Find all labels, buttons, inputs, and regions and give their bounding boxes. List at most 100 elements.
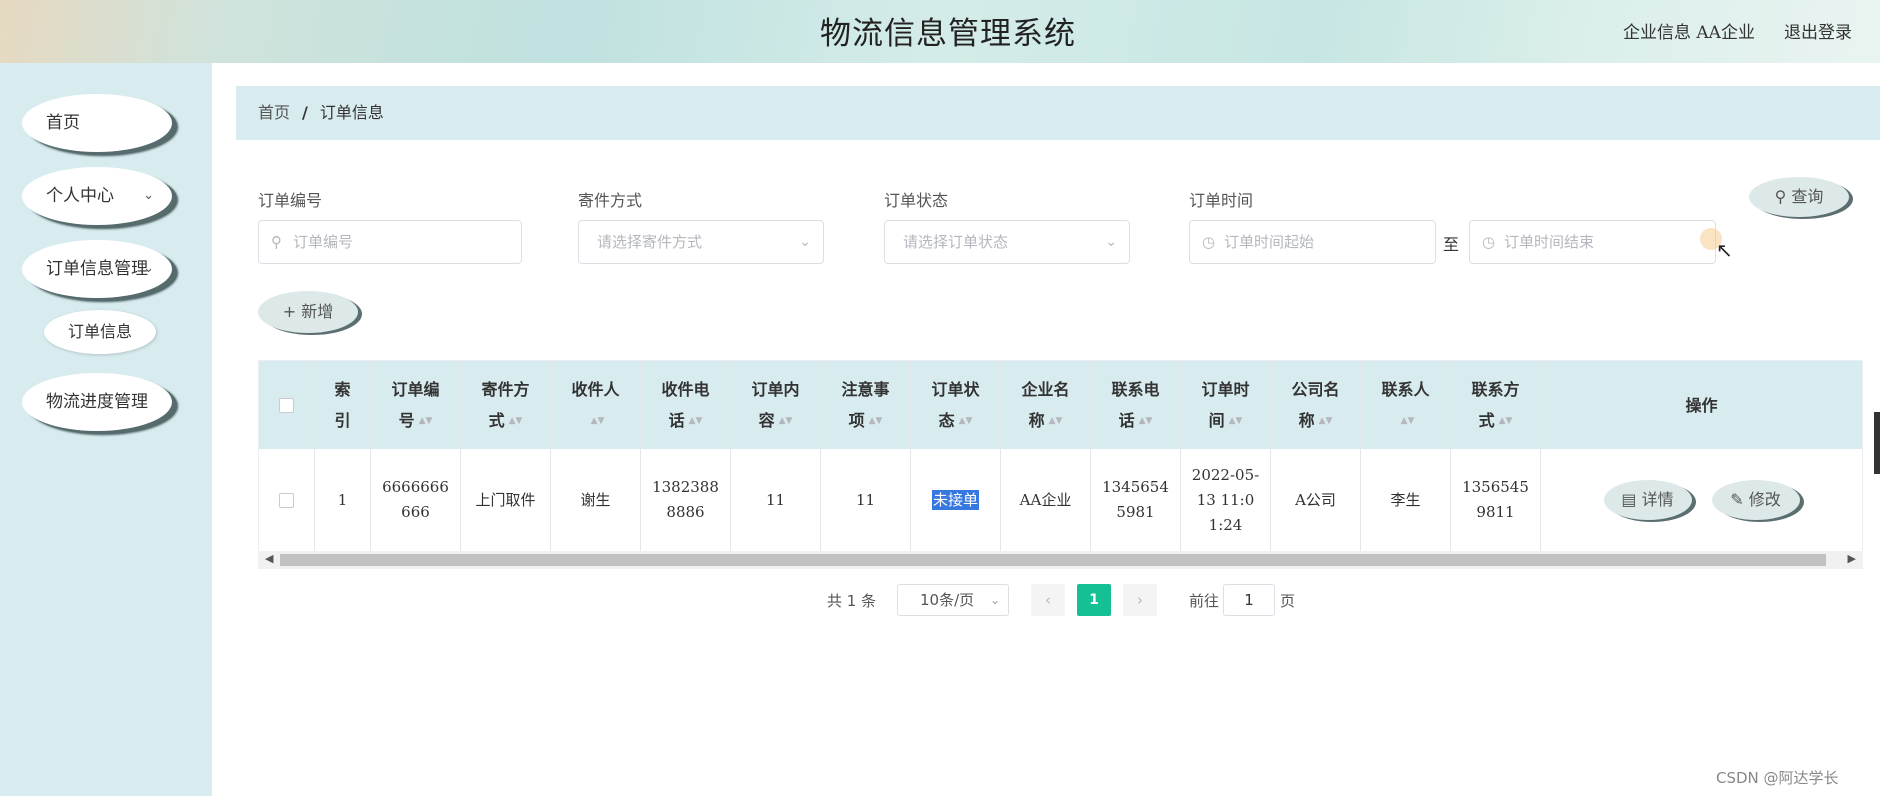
th-actions-label: 操作 <box>1685 395 1718 415</box>
th-company-name[interactable]: 公司名称 ▲▼ <box>1271 361 1361 449</box>
plus-icon: + <box>282 302 297 321</box>
sidebar-subitem-order-info[interactable]: 订单信息 <box>44 310 156 354</box>
scrollbar-thumb[interactable] <box>280 554 1826 566</box>
th-ship-method[interactable]: 寄件方式 ▲▼ <box>461 361 551 449</box>
order-no-placeholder: 订单编号 <box>293 233 354 251</box>
app-title: 物流信息管理系统 <box>820 16 1076 52</box>
order-no-input[interactable]: ⚲ 订单编号 <box>258 220 522 264</box>
td-recipient: 谢生 <box>551 449 641 551</box>
td-contact-phone: 13456545981 <box>1091 449 1181 551</box>
sort-icon[interactable]: ▲▼ <box>591 406 605 437</box>
horizontal-scrollbar[interactable]: ◀ ▶ <box>258 551 1863 569</box>
th-contact-phone[interactable]: 联系电话 ▲▼ <box>1091 361 1181 449</box>
sidebar-item-label: 订单信息 <box>67 322 132 341</box>
th-recipient-label: 收件人 <box>571 379 620 399</box>
chevron-down-icon: ⌄ <box>989 593 1000 607</box>
scroll-left-icon[interactable]: ◀ <box>265 552 273 565</box>
clock-icon: ◷ <box>1202 233 1216 251</box>
th-order-status[interactable]: 订单状态 ▲▼ <box>911 361 1001 449</box>
sidebar: 首页 个人中心 ⌄ 订单信息管理 ⌄ 订单信息 物流进度管理 <box>0 63 212 796</box>
row-select-cell <box>259 449 315 551</box>
sidebar-item-label: 物流进度管理 <box>46 392 148 412</box>
sort-icon[interactable]: ▲▼ <box>1401 406 1415 437</box>
query-button-label: 查询 <box>1791 187 1824 206</box>
sort-icon[interactable]: ▲▼ <box>959 406 973 437</box>
logout-button[interactable]: 退出登录 <box>1784 18 1852 43</box>
order-time-label: 订单时间 <box>1189 191 1254 210</box>
order-time-end-input[interactable]: ◷ 订单时间结束 <box>1469 220 1716 264</box>
mouse-cursor-icon: ↖ <box>1716 238 1733 262</box>
td-order-time-value: 2022-05-13 11:01:24 <box>1191 465 1260 534</box>
chevron-left-icon: ‹ <box>1045 591 1051 609</box>
sidebar-item-logistics-progress[interactable]: 物流进度管理 <box>22 373 172 431</box>
sort-icon[interactable]: ▲▼ <box>509 406 523 437</box>
page-size-select[interactable]: 10条/页 ⌄ <box>897 584 1009 616</box>
page-number-current[interactable]: 1 <box>1077 584 1111 616</box>
ship-method-select[interactable]: 请选择寄件方式 ⌄ <box>578 220 824 264</box>
th-enterprise-name[interactable]: 企业名称 ▲▼ <box>1001 361 1091 449</box>
watermark: CSDN @阿达学长 <box>1716 769 1839 787</box>
td-index: 1 <box>315 449 371 551</box>
pencil-icon: ✎ <box>1730 490 1744 509</box>
order-status-select[interactable]: 请选择订单状态 ⌄ <box>884 220 1130 264</box>
chevron-down-icon: ⌄ <box>799 234 811 250</box>
row-checkbox[interactable] <box>279 492 294 508</box>
th-recipient-phone[interactable]: 收件电话 ▲▼ <box>641 361 731 449</box>
next-page-button[interactable]: › <box>1123 584 1157 616</box>
th-recipient[interactable]: 收件人 ▲▼ <box>551 361 641 449</box>
th-contact-person-label: 联系人 <box>1381 379 1430 399</box>
search-icon: ⚲ <box>271 233 282 251</box>
th-contact-person[interactable]: 联系人 ▲▼ <box>1361 361 1451 449</box>
order-time-end-placeholder: 订单时间结束 <box>1504 233 1595 251</box>
add-button-label: 新增 <box>301 302 334 321</box>
order-time-start-input[interactable]: ◷ 订单时间起始 <box>1189 220 1436 264</box>
sort-icon[interactable]: ▲▼ <box>869 406 883 437</box>
td-company-name: A公司 <box>1271 449 1361 551</box>
td-order-no: 6666666666 <box>371 449 461 551</box>
sidebar-item-personal-center[interactable]: 个人中心 ⌄ <box>22 167 172 225</box>
td-notes-value: 11 <box>855 490 876 509</box>
th-notes[interactable]: 注意事项 ▲▼ <box>821 361 911 449</box>
sort-icon[interactable]: ▲▼ <box>1139 406 1153 437</box>
td-ship-method: 上门取件 <box>461 449 551 551</box>
chevron-down-icon: ⌄ <box>143 261 154 276</box>
sort-icon[interactable]: ▲▼ <box>1499 406 1513 437</box>
td-contact-method: 13565459811 <box>1451 449 1541 551</box>
chevron-down-icon: ⌄ <box>1105 234 1117 250</box>
prev-page-button[interactable]: ‹ <box>1031 584 1065 616</box>
add-button[interactable]: + 新增 <box>258 291 358 333</box>
query-button[interactable]: ⚲ 查询 <box>1749 177 1849 217</box>
select-all-checkbox[interactable] <box>279 397 294 413</box>
sort-icon[interactable]: ▲▼ <box>419 406 433 437</box>
sidebar-item-order-management[interactable]: 订单信息管理 ⌄ <box>22 240 172 298</box>
enterprise-info-link[interactable]: 企业信息 AA企业 <box>1623 18 1755 43</box>
sort-icon[interactable]: ▲▼ <box>1319 406 1333 437</box>
date-range-separator: 至 <box>1443 235 1460 254</box>
td-recipient-phone-value: 13823888886 <box>652 478 719 521</box>
status-badge: 未接单 <box>931 489 979 510</box>
search-icon: ⚲ <box>1774 187 1787 206</box>
sort-icon[interactable]: ▲▼ <box>689 406 703 437</box>
page-scrollbar-thumb[interactable] <box>1874 412 1880 474</box>
sort-icon[interactable]: ▲▼ <box>779 406 793 437</box>
goto-page-input[interactable]: 1 <box>1223 584 1275 616</box>
th-order-content[interactable]: 订单内容 ▲▼ <box>731 361 821 449</box>
breadcrumb: 首页 / 订单信息 <box>236 86 1880 140</box>
edit-button[interactable]: ✎ 修改 <box>1711 480 1800 520</box>
th-order-time[interactable]: 订单时间 ▲▼ <box>1181 361 1271 449</box>
scroll-right-icon[interactable]: ▶ <box>1848 552 1856 565</box>
td-enterprise-name: AA企业 <box>1001 449 1091 551</box>
th-index: 索引 <box>315 361 371 449</box>
th-order-no[interactable]: 订单编号 ▲▼ <box>371 361 461 449</box>
sort-icon[interactable]: ▲▼ <box>1049 406 1063 437</box>
td-notes: 11 <box>821 449 911 551</box>
sidebar-item-label: 首页 <box>46 113 80 133</box>
th-contact-method[interactable]: 联系方式 ▲▼ <box>1451 361 1541 449</box>
breadcrumb-separator: / <box>302 103 308 122</box>
sidebar-item-home[interactable]: 首页 <box>22 94 172 152</box>
breadcrumb-home[interactable]: 首页 <box>258 103 290 122</box>
detail-button[interactable]: ▤ 详情 <box>1603 480 1692 520</box>
td-contact-person-value: 李生 <box>1390 490 1421 509</box>
th-index-label: 索引 <box>334 380 351 430</box>
sort-icon[interactable]: ▲▼ <box>1229 406 1243 437</box>
